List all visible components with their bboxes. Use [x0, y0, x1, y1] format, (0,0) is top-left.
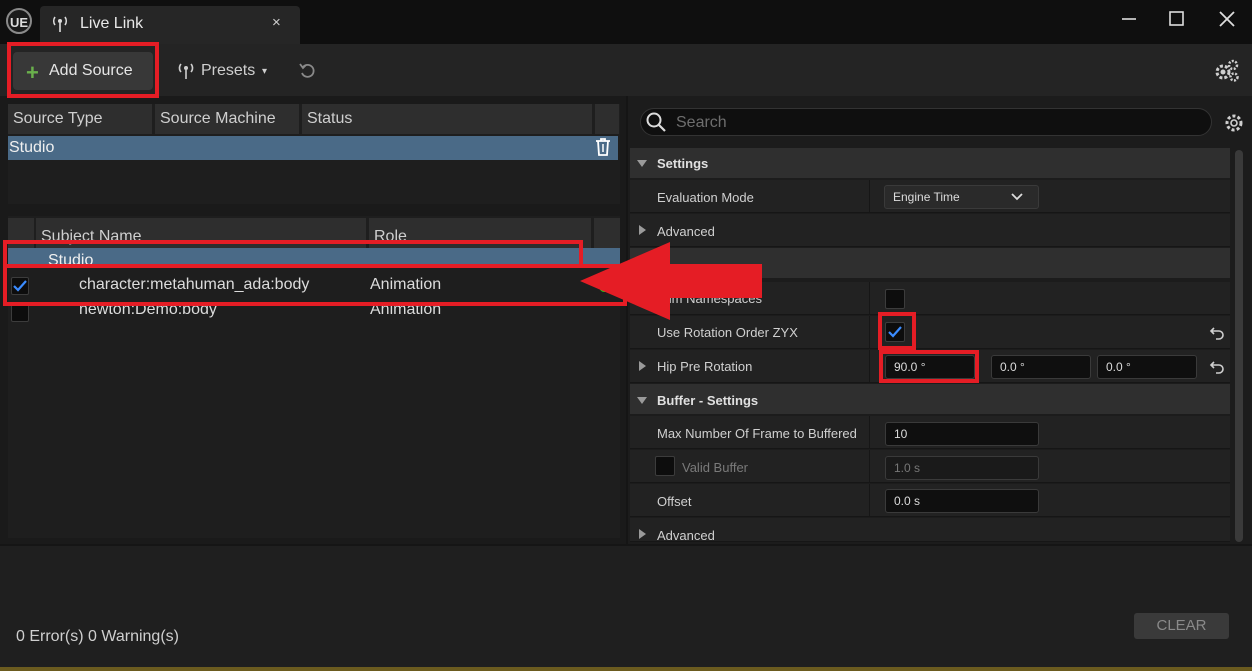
source-row-label: Studio	[9, 139, 55, 156]
details-scrollbar[interactable]	[1235, 150, 1243, 542]
category-buffer-label: Buffer - Settings	[657, 393, 759, 408]
valid-buffer-label: Valid Buffer	[682, 460, 749, 475]
column-source-machine[interactable]: Source Machine	[155, 104, 299, 134]
advanced-label-2[interactable]: Advanced	[657, 528, 715, 543]
highlight-subject-row	[3, 264, 627, 306]
expand-arrow-icon[interactable]	[639, 529, 646, 539]
search-icon	[646, 112, 666, 132]
evaluation-mode-value: Engine Time	[893, 190, 960, 204]
max-frames-input[interactable]: 10	[885, 422, 1039, 446]
collapse-arrow-icon[interactable]	[637, 397, 647, 404]
minimize-icon[interactable]	[1120, 10, 1138, 28]
column-divider	[869, 282, 870, 315]
valid-buffer-input: 1.0 s	[885, 456, 1039, 480]
trim-namespaces-checkbox[interactable]	[885, 289, 905, 309]
chevron-down-icon[interactable]: ▾	[262, 66, 267, 77]
highlight-add-source	[7, 42, 159, 98]
reset-to-default-icon[interactable]	[1209, 360, 1225, 374]
clear-button[interactable]: CLEAR	[1134, 613, 1229, 639]
column-status[interactable]: Status	[302, 104, 592, 134]
window-bottom-edge	[0, 667, 1252, 671]
hip-pre-rotation-y-input[interactable]: 0.0 °	[991, 355, 1091, 379]
source-row[interactable]	[8, 136, 618, 160]
property-row	[630, 518, 1230, 542]
message-summary: 0 Error(s) 0 Warning(s)	[16, 628, 179, 645]
expand-arrow-icon[interactable]	[639, 225, 646, 235]
tab-title: Live Link	[80, 15, 144, 32]
chevron-down-icon	[1011, 193, 1023, 201]
use-rotation-order-label: Use Rotation Order ZYX	[657, 325, 798, 340]
collapse-arrow-icon[interactable]	[637, 160, 647, 167]
highlight-hip-rotation	[879, 350, 979, 383]
category-settings[interactable]	[630, 148, 1230, 178]
column-divider	[869, 350, 870, 383]
hip-pre-rotation-z-input[interactable]: 0.0 °	[1097, 355, 1197, 379]
maximize-icon[interactable]	[1168, 10, 1186, 28]
category-settings-label: Settings	[657, 156, 709, 171]
column-actions	[595, 104, 619, 134]
message-log	[0, 546, 1252, 671]
evaluation-mode-dropdown[interactable]: Engine Time	[884, 185, 1039, 209]
advanced-label[interactable]: Advanced	[657, 224, 715, 239]
trash-icon[interactable]	[594, 137, 612, 157]
red-arrow-icon	[580, 242, 762, 320]
column-divider	[869, 316, 870, 349]
live-link-icon	[52, 16, 68, 32]
offset-label: Offset	[657, 494, 692, 509]
presets-icon	[178, 63, 194, 79]
close-window-icon[interactable]	[1216, 8, 1238, 30]
column-divider	[869, 484, 870, 517]
search-input[interactable]	[674, 112, 1198, 134]
column-source-type[interactable]: Source Type	[8, 104, 152, 134]
revert-icon[interactable]	[298, 61, 318, 81]
tab-live-link[interactable]	[40, 6, 300, 44]
tab-close-icon[interactable]: ×	[272, 14, 281, 31]
column-divider	[869, 450, 870, 483]
column-divider	[869, 416, 870, 449]
expand-arrow-icon[interactable]	[639, 361, 646, 371]
offset-input[interactable]: 0.0 s	[885, 489, 1039, 513]
unreal-logo-icon: UE	[6, 8, 32, 34]
evaluation-mode-label: Evaluation Mode	[657, 190, 754, 205]
column-divider	[869, 180, 870, 213]
gear-icon[interactable]	[1223, 112, 1245, 134]
gears-icon[interactable]	[1212, 58, 1240, 84]
highlight-rotation-checkbox	[878, 312, 916, 350]
reset-to-default-icon[interactable]	[1209, 326, 1225, 340]
max-frames-label: Max Number Of Frame to Buffered	[657, 426, 857, 441]
valid-buffer-checkbox[interactable]	[655, 456, 675, 476]
subject-enabled-checkbox[interactable]	[11, 304, 29, 322]
hip-pre-rotation-label: Hip Pre Rotation	[657, 359, 753, 374]
presets-button[interactable]: Presets	[201, 62, 255, 80]
highlight-group	[3, 240, 583, 266]
